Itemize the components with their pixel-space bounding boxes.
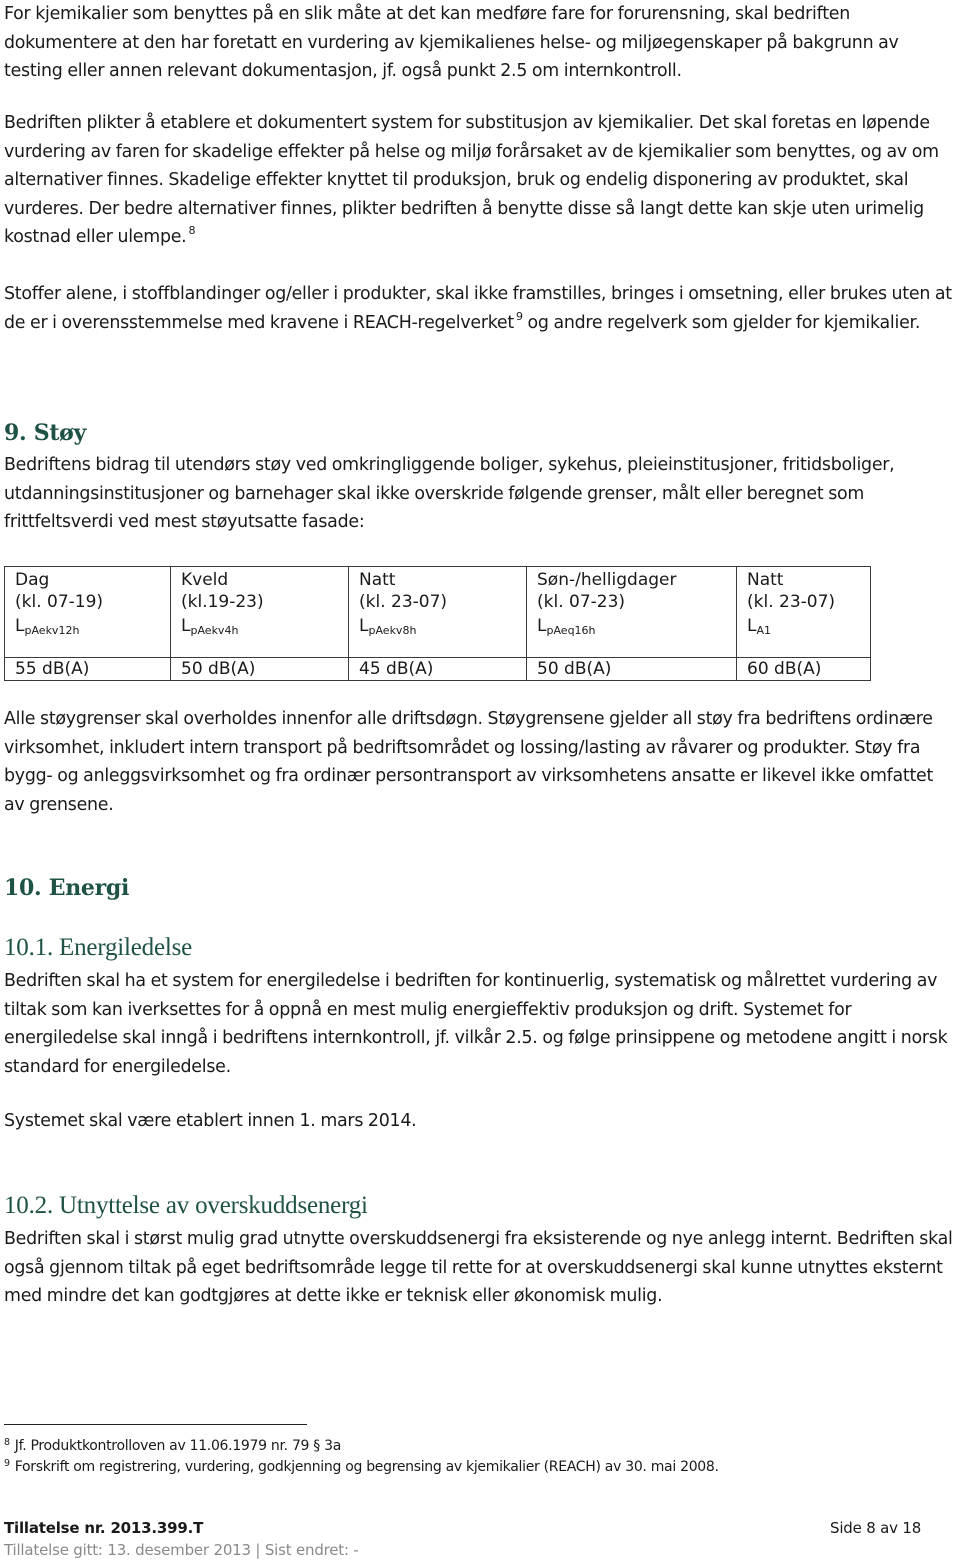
noise-table-header-cell: Natt (kl. 23-07) LpAekv8h xyxy=(348,566,527,658)
period-label: Natt xyxy=(359,570,396,590)
noise-table-header-cell: Natt (kl. 23-07) LA1 xyxy=(736,566,871,658)
noise-symbol-subscript: pAekv4h xyxy=(190,624,239,637)
period-hours: (kl. 23-07) xyxy=(359,592,448,612)
period-label: Natt xyxy=(747,570,784,590)
noise-symbol-subscript: pAekv8h xyxy=(368,624,417,637)
paragraph-chemical-assessment: For kjemikalier som benyttes på en slik … xyxy=(4,4,899,81)
footer-issued-info: Tillatelse gitt: 13. desember 2013 | Sis… xyxy=(4,1541,359,1559)
noise-limit-value: 50 dB(A) xyxy=(170,657,349,681)
paragraph-noise-scope: Alle støygrenser skal overholdes innenfo… xyxy=(4,709,934,815)
paragraph-reach: Stoffer alene, i stoffblandinger og/elle… xyxy=(4,280,956,337)
noise-symbol: LpAeq16h xyxy=(537,615,596,642)
paragraph-energy-management: Bedriften skal ha et system for energile… xyxy=(4,971,948,1077)
paragraph-energy-deadline: Systemet skal være etablert innen 1. mar… xyxy=(4,1111,417,1131)
footnote-9: 9 Forskrift om registrering, vurdering, g… xyxy=(4,1458,719,1476)
section-heading-energy: 10. Energi xyxy=(4,875,130,901)
noise-table-values-row: 55 dB(A) 50 dB(A) 45 dB(A) 50 dB(A) 60 d… xyxy=(4,657,871,681)
noise-symbol-subscript: pAeq16h xyxy=(546,624,596,637)
subsection-heading-energy-management: 10.1. Energiledelse xyxy=(4,934,193,961)
period-hours: (kl.19-23) xyxy=(181,592,264,612)
footer-permit-number: Tillatelse nr. 2013.399.T xyxy=(4,1519,204,1537)
paragraph-substitution-text: Bedriften plikter å etablere et dokument… xyxy=(4,113,939,247)
noise-symbol: LA1 xyxy=(747,615,771,642)
subsection-heading-surplus-energy: 10.2. Utnyttelse av overskuddsenergi xyxy=(4,1192,368,1219)
footnote-ref-8[interactable]: 8 xyxy=(188,224,195,237)
footnote-text: Jf. Produktkontrolloven av 11.06.1979 nr… xyxy=(14,1438,342,1454)
period-label: Søn-/helligdager xyxy=(537,570,677,590)
footnote-number: 9 xyxy=(4,1458,10,1469)
noise-limit-value: 60 dB(A) xyxy=(736,657,871,681)
noise-symbol: LpAekv12h xyxy=(15,615,79,642)
noise-table-header-cell: Søn-/helligdager (kl. 07-23) LpAeq16h xyxy=(526,566,737,658)
paragraph-reach-text-after: og andre regelverk som gjelder for kjemi… xyxy=(522,312,921,333)
period-label: Dag xyxy=(15,570,50,590)
period-hours: (kl. 07-23) xyxy=(537,592,626,612)
noise-table-header-cell: Dag (kl. 07-19) LpAekv12h xyxy=(4,566,171,658)
noise-limit-value: 45 dB(A) xyxy=(348,657,527,681)
paragraph-surplus-energy: Bedriften skal i størst mulig grad utnyt… xyxy=(4,1229,953,1306)
period-hours: (kl. 23-07) xyxy=(747,592,836,612)
noise-symbol-subscript: A1 xyxy=(756,624,772,637)
section-heading-noise: 9. Støy xyxy=(4,420,87,446)
footer-page-number: Side 8 av 18 xyxy=(830,1519,922,1537)
noise-symbol-subscript: pAekv12h xyxy=(24,624,80,637)
footnote-8: 8 Jf. Produktkontrolloven av 11.06.1979 n… xyxy=(4,1437,341,1455)
footnote-text: Forskrift om registrering, vurdering, go… xyxy=(14,1459,719,1475)
period-hours: (kl. 07-19) xyxy=(15,592,104,612)
footnote-number: 8 xyxy=(4,1437,10,1448)
paragraph-substitution: Bedriften plikter å etablere et dokument… xyxy=(4,109,956,252)
noise-limit-value: 50 dB(A) xyxy=(526,657,737,681)
noise-symbol: LpAekv4h xyxy=(181,615,238,642)
noise-symbol: LpAekv8h xyxy=(359,615,416,642)
noise-table-header-cell: Kveld (kl.19-23) LpAekv4h xyxy=(170,566,349,658)
paragraph-noise-intro: Bedriftens bidrag til utendørs støy ved … xyxy=(4,455,895,532)
period-label: Kveld xyxy=(181,570,229,590)
noise-limits-table: Dag (kl. 07-19) LpAekv12h Kveld (kl.19-2… xyxy=(4,566,871,681)
noise-limit-value: 55 dB(A) xyxy=(4,657,171,681)
footnote-ref-9[interactable]: 9 xyxy=(516,310,523,323)
noise-table-header-row: Dag (kl. 07-19) LpAekv12h Kveld (kl.19-2… xyxy=(4,566,871,658)
footnote-separator xyxy=(4,1424,307,1425)
